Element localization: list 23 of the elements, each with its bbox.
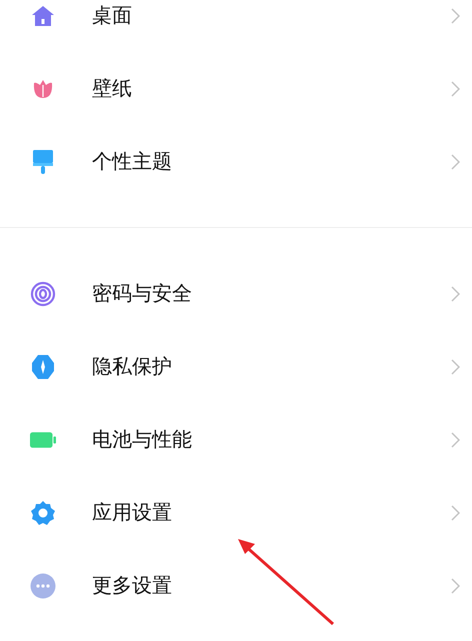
- chevron-icon: [451, 154, 460, 170]
- chevron-icon: [451, 358, 460, 374]
- gear-icon: [30, 500, 56, 526]
- chevron-icon: [451, 432, 460, 448]
- chevron-icon: [451, 286, 460, 302]
- settings-item[interactable]: 壁纸: [0, 52, 472, 125]
- settings-item[interactable]: 个性主题: [0, 125, 472, 198]
- house-icon: [31, 4, 55, 26]
- settings-item[interactable]: 更多设置: [0, 549, 472, 622]
- more-icon: [30, 572, 56, 598]
- battery-icon: [30, 430, 56, 448]
- settings-item[interactable]: 隐私保护: [0, 330, 472, 403]
- settings-item[interactable]: 桌面: [0, 0, 472, 52]
- chevron-icon: [451, 80, 460, 96]
- fingerprint-icon: [30, 280, 56, 306]
- chevron-icon: [451, 504, 460, 520]
- chevron-icon: [451, 578, 460, 594]
- chevron-icon: [451, 8, 460, 24]
- settings-item[interactable]: 应用设置: [0, 476, 472, 549]
- paint-roller-icon: [32, 148, 54, 174]
- settings-item[interactable]: 电池与性能: [0, 403, 472, 476]
- shield-icon: [31, 354, 55, 380]
- settings-item[interactable]: 密码与安全: [0, 257, 472, 330]
